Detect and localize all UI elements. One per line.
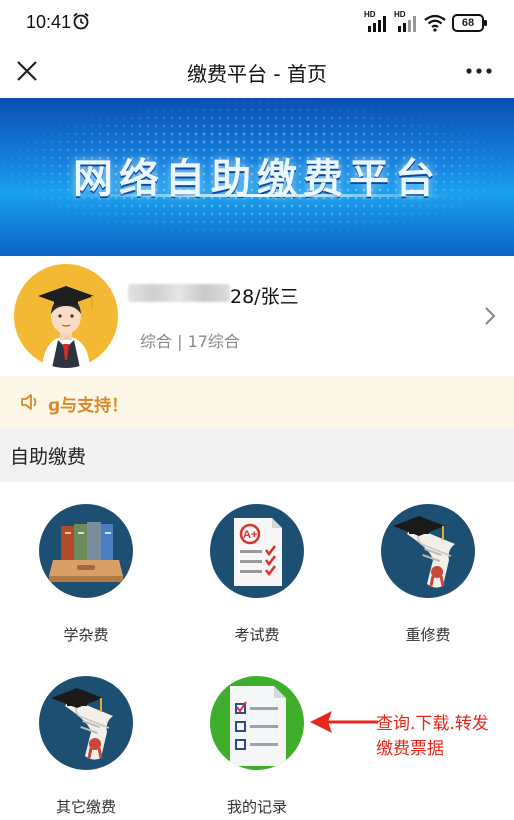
other-fee-label: 其它缴费 <box>55 798 116 816</box>
annotation-arrow-icon <box>310 711 378 733</box>
diploma-icon <box>39 676 133 770</box>
signal-icon <box>398 16 416 32</box>
payment-grid: 学杂费 A+ 考试费 重修费 其它缴费 我的记录 <box>0 482 514 820</box>
tuition-fee-item[interactable]: 学杂费 <box>6 504 166 654</box>
profile-subtitle: 综合 | 17综合 <box>140 332 240 351</box>
my-records-item[interactable]: 我的记录 <box>177 676 337 820</box>
my-records-label: 我的记录 <box>226 798 287 816</box>
graduate-avatar-icon <box>38 286 94 368</box>
notice-bar[interactable]: ɡ与支持！ <box>0 376 514 428</box>
notice-text: ɡ与支持！ <box>48 396 129 416</box>
battery-indicator: 68 <box>452 14 487 32</box>
other-fee-item[interactable]: 其它缴费 <box>6 676 166 820</box>
profile-card[interactable]: 28/张三 综合 | 17综合 <box>0 256 514 376</box>
checklist-icon <box>210 676 304 770</box>
page-title: 缴费平台 - 首页 <box>187 62 327 86</box>
books-icon <box>39 504 133 598</box>
redacted-name <box>128 284 230 302</box>
tuition-fee-label: 学杂费 <box>63 626 109 644</box>
exam-paper-icon: A+ <box>210 504 304 598</box>
section-title: 自助缴费 <box>10 446 87 468</box>
status-bar: 10:41 HD HD 68 <box>0 0 514 44</box>
section-header: 自助缴费 <box>0 428 514 482</box>
avatar <box>14 264 118 368</box>
svg-text:A+: A+ <box>243 529 257 541</box>
banner: 网络自助缴费平台 <box>0 98 514 256</box>
speaker-icon <box>21 394 37 410</box>
chevron-right-icon[interactable] <box>484 306 496 326</box>
more-icon[interactable] <box>466 68 492 74</box>
annotation-text: 查询.下载.转发 缴费票据 <box>376 712 512 762</box>
profile-name: 28/张三 <box>230 286 299 308</box>
exam-fee-label: 考试费 <box>234 626 280 644</box>
banner-underline <box>70 194 454 197</box>
annotation-line-2: 缴费票据 <box>376 739 444 759</box>
retake-fee-label: 重修费 <box>405 626 451 644</box>
retake-fee-item[interactable]: 重修费 <box>348 504 508 654</box>
signal-icon <box>368 16 386 32</box>
exam-fee-item[interactable]: A+ 考试费 <box>177 504 337 654</box>
status-time: 10:41 <box>26 12 72 32</box>
alarm-icon <box>73 12 89 30</box>
annotation-line-1: 查询.下载.转发 <box>376 714 489 734</box>
nav-bar: 缴费平台 - 首页 <box>0 44 514 98</box>
wifi-icon <box>424 14 446 32</box>
diploma-icon <box>381 504 475 598</box>
